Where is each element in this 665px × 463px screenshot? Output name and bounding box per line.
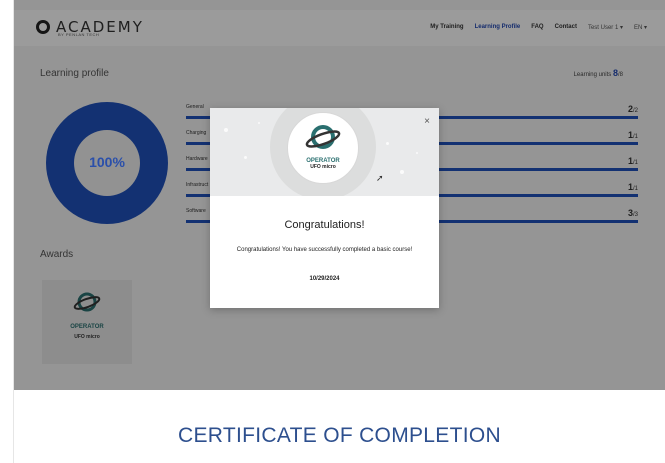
app-screenshot: ACADEMY BY PENLAN TECH My Training Learn… bbox=[14, 0, 665, 390]
operator-badge: OPERATOR UFO micro bbox=[287, 112, 359, 184]
mouse-cursor-icon: ➚ bbox=[376, 173, 384, 183]
dialog-title: Congratulations! bbox=[284, 219, 365, 231]
ufo-badge-icon bbox=[305, 125, 341, 149]
badge-subtitle: UFO micro bbox=[310, 164, 336, 170]
certificate-caption: CERTIFICATE OF COMPLETION bbox=[178, 424, 501, 447]
completion-date: 10/29/2024 bbox=[309, 276, 340, 282]
congratulations-dialog: OPERATOR UFO micro × Congratulations! Co… bbox=[210, 108, 439, 308]
dialog-hero: OPERATOR UFO micro × bbox=[210, 108, 439, 196]
close-button[interactable]: × bbox=[424, 117, 430, 127]
progress-percent: 100% bbox=[89, 154, 125, 170]
dialog-message: Congratulations! You have successfully c… bbox=[236, 247, 413, 253]
